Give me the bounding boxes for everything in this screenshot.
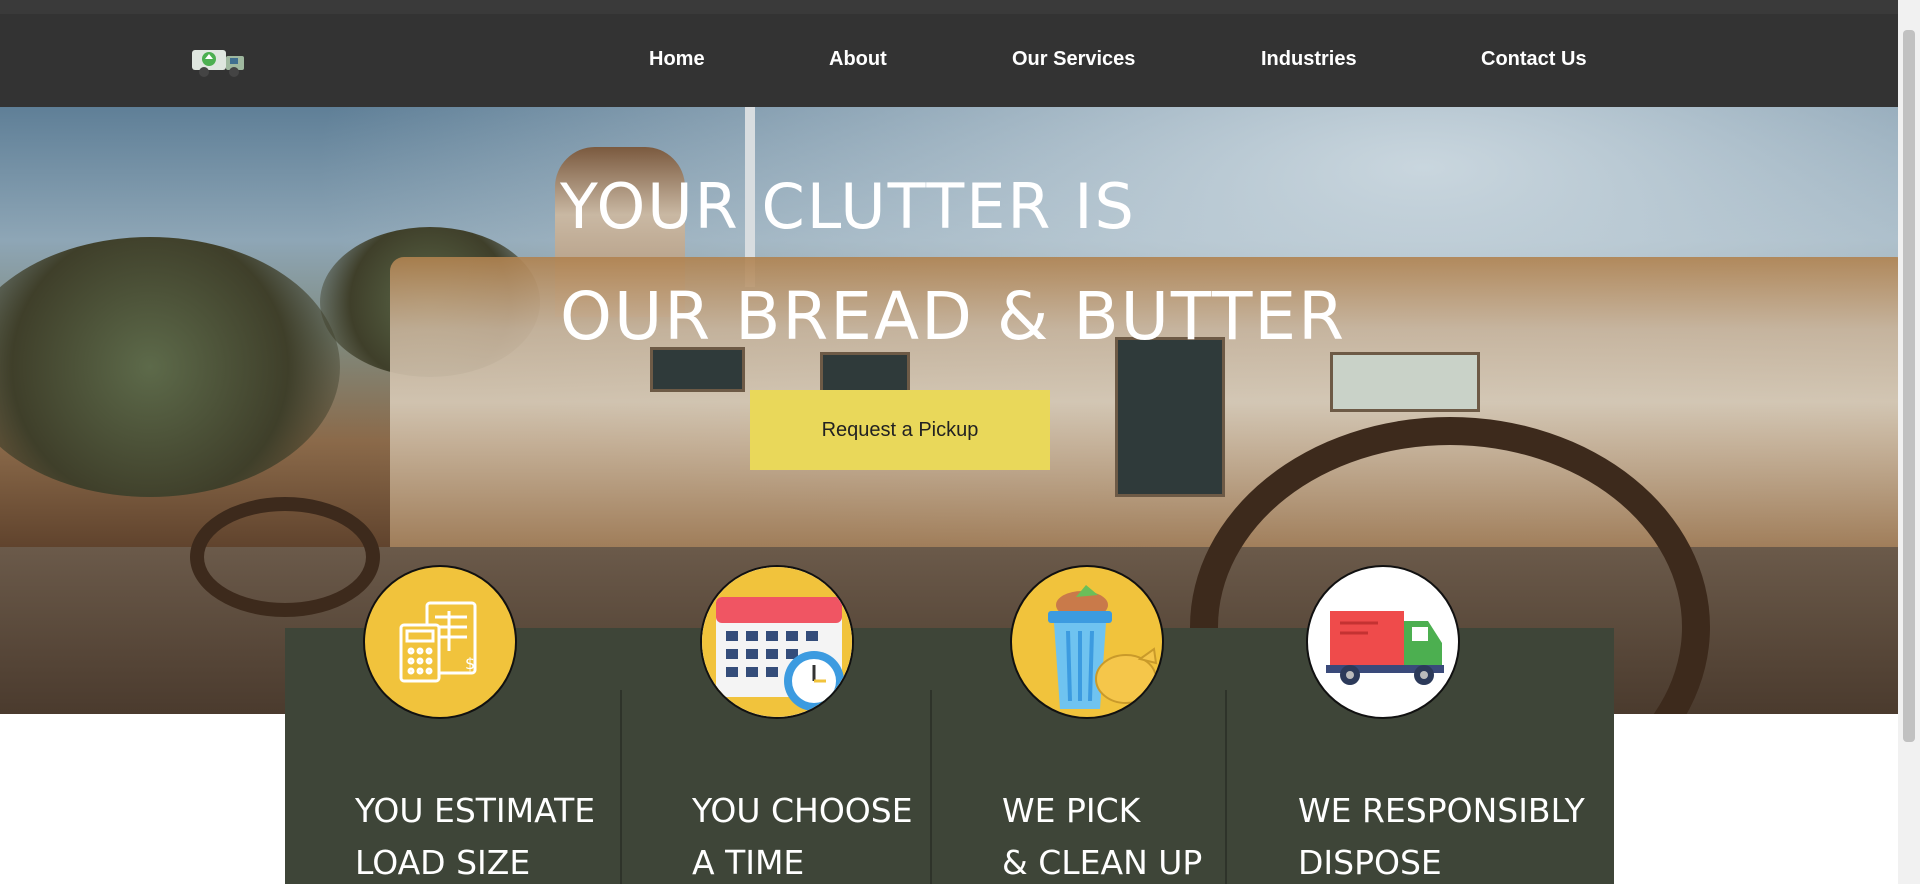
step-icon-circle bbox=[1306, 565, 1460, 719]
step-title-line1: WE RESPONSIBLY bbox=[1298, 791, 1585, 830]
nav-about[interactable]: About bbox=[829, 48, 887, 71]
delivery-truck-icon bbox=[1326, 611, 1444, 685]
hero-headline-line2: OUR BREAD & BUTTER bbox=[560, 278, 1346, 355]
nav-our-services[interactable]: Our Services bbox=[1012, 48, 1135, 71]
hero-wheel-decoration bbox=[190, 497, 380, 617]
hero-headline-line1: YOUR CLUTTER IS bbox=[560, 170, 1136, 243]
hero-bush-decoration bbox=[0, 237, 340, 497]
page-scrollbar-thumb[interactable] bbox=[1903, 30, 1915, 742]
hero-door-decoration bbox=[1115, 337, 1225, 497]
step-divider bbox=[620, 690, 622, 884]
step-title-line1: WE PICK bbox=[1002, 791, 1141, 830]
navbar: Home About Our Services Industries Conta… bbox=[0, 14, 1898, 107]
hero-window-decoration bbox=[1330, 352, 1480, 412]
step-divider bbox=[1225, 690, 1227, 884]
step-title-line2: A TIME bbox=[692, 843, 805, 882]
step-title-line2: LOAD SIZE bbox=[355, 843, 531, 882]
recycling-truck-icon[interactable] bbox=[190, 44, 248, 78]
nav-contact-us[interactable]: Contact Us bbox=[1481, 48, 1587, 71]
request-pickup-button[interactable]: Request a Pickup bbox=[750, 390, 1050, 470]
step-icon-circle bbox=[700, 565, 854, 719]
step-icon-circle: $ bbox=[363, 565, 517, 719]
nav-home[interactable]: Home bbox=[649, 48, 705, 71]
step-title-line2: & CLEAN UP bbox=[1002, 843, 1203, 882]
browser-top-strip bbox=[0, 0, 1920, 14]
calendar-clock-icon bbox=[702, 567, 852, 717]
svg-text:$: $ bbox=[465, 654, 475, 673]
step-title-line2: DISPOSE bbox=[1298, 843, 1442, 882]
trash-bin-icon bbox=[1048, 585, 1158, 709]
nav-industries[interactable]: Industries bbox=[1261, 48, 1357, 71]
calculator-invoice-icon: $ bbox=[399, 601, 477, 683]
step-title-line1: YOU CHOOSE bbox=[692, 791, 913, 830]
step-divider bbox=[930, 690, 932, 884]
step-title-line1: YOU ESTIMATE bbox=[355, 791, 596, 830]
step-icon-circle bbox=[1010, 565, 1164, 719]
